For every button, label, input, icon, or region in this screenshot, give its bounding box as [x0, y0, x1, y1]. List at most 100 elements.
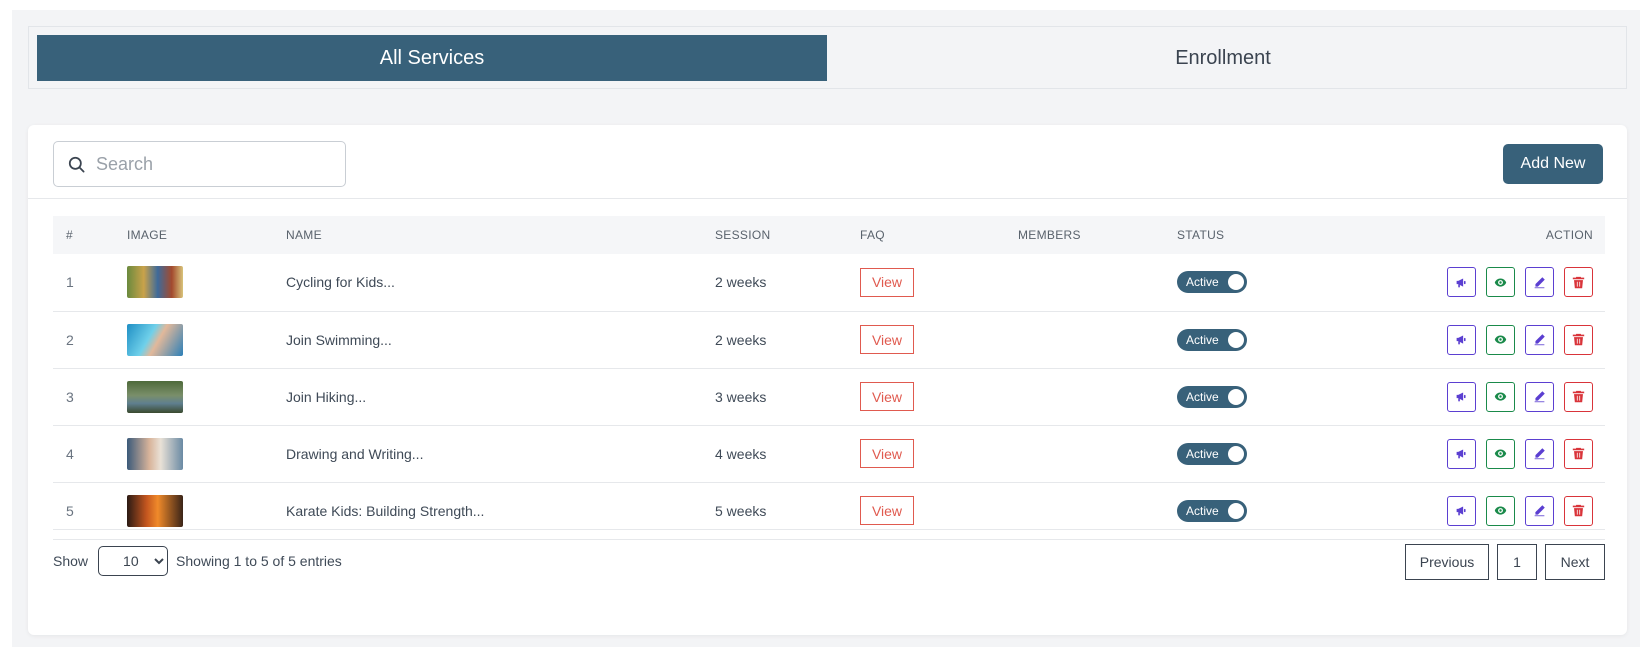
image-cell: [127, 311, 286, 368]
table-row: 3 Join Hiking... 3 weeks View Active: [53, 368, 1605, 425]
action-buttons: [1347, 438, 1605, 469]
status-label: Active: [1186, 446, 1219, 461]
view-button[interactable]: [1486, 438, 1515, 469]
status-cell: Active: [1177, 368, 1347, 425]
add-new-button[interactable]: Add New: [1503, 144, 1603, 184]
members-cell: [1018, 254, 1177, 311]
announce-button[interactable]: [1447, 267, 1476, 298]
page-size-control: Show 102550100 Showing 1 to 5 of 5 entri…: [53, 546, 342, 576]
col-members: MEMBERS: [1018, 228, 1081, 242]
edit-button[interactable]: [1525, 495, 1554, 526]
toggle-knob: [1228, 445, 1244, 462]
edit-button[interactable]: [1525, 438, 1554, 469]
row-number: 3: [66, 388, 74, 405]
service-name: Drawing and Writing...: [286, 445, 424, 462]
table-row: 1 Cycling for Kids... 2 weeks View Active: [53, 254, 1605, 311]
faq-cell: View: [860, 254, 1018, 311]
members-cell: [1018, 425, 1177, 482]
show-label: Show: [53, 553, 89, 569]
announce-button[interactable]: [1447, 324, 1476, 355]
col-image: IMAGE: [127, 228, 168, 242]
status-toggle[interactable]: Active: [1177, 385, 1247, 408]
edit-button[interactable]: [1525, 267, 1554, 298]
announce-button[interactable]: [1447, 438, 1476, 469]
col-faq: FAQ: [860, 228, 885, 242]
action-cell: [1347, 368, 1605, 425]
card-header: Add New: [28, 125, 1627, 199]
status-label: Active: [1186, 503, 1219, 518]
row-number: 2: [66, 331, 74, 348]
action-cell: [1347, 254, 1605, 311]
view-button[interactable]: [1486, 267, 1515, 298]
view-button[interactable]: [1486, 381, 1515, 412]
search-input[interactable]: [96, 153, 336, 175]
page-size-select[interactable]: 102550100: [98, 546, 169, 576]
announce-button[interactable]: [1447, 495, 1476, 526]
session-duration: 2 weeks: [715, 274, 767, 291]
tab-all-services[interactable]: All Services: [37, 35, 827, 81]
edit-button[interactable]: [1525, 324, 1554, 355]
service-thumbnail: [127, 380, 183, 413]
trash-icon: [1572, 504, 1585, 517]
search-icon: [68, 156, 85, 172]
megaphone-icon: [1456, 392, 1466, 402]
entries-info: Showing 1 to 5 of 5 entries: [176, 553, 342, 569]
table-row: 2 Join Swimming... 2 weeks View Active: [53, 311, 1605, 368]
page-1-button[interactable]: 1: [1497, 544, 1537, 580]
tab-bar: All Services Enrollment: [28, 26, 1627, 89]
col-name: NAME: [286, 228, 322, 242]
eye-icon: [1494, 392, 1507, 401]
faq-view-button[interactable]: View: [860, 496, 914, 525]
services-card: Add New # IMAGE NAME SESSION FAQ MEMBERS…: [28, 125, 1627, 635]
view-button[interactable]: [1486, 324, 1515, 355]
eye-icon: [1494, 449, 1507, 458]
edit-button[interactable]: [1525, 381, 1554, 412]
eye-icon: [1494, 335, 1507, 344]
faq-cell: View: [860, 311, 1018, 368]
pagination: Previous 1 Next: [1405, 544, 1605, 580]
tab-enrollment[interactable]: Enrollment: [827, 35, 1619, 81]
delete-button[interactable]: [1564, 495, 1593, 526]
faq-view-button[interactable]: View: [860, 439, 914, 468]
image-cell: [127, 368, 286, 425]
next-button[interactable]: Next: [1545, 544, 1605, 580]
session-duration: 2 weeks: [715, 331, 767, 348]
col-action: ACTION: [1545, 228, 1593, 242]
delete-button[interactable]: [1564, 324, 1593, 355]
members-cell: [1018, 368, 1177, 425]
service-name: Join Swimming...: [286, 331, 392, 348]
toggle-knob: [1228, 331, 1244, 348]
trash-icon: [1572, 390, 1585, 403]
megaphone-icon: [1456, 506, 1466, 516]
faq-cell: View: [860, 425, 1018, 482]
table-row: 4 Drawing and Writing... 4 weeks View Active: [53, 425, 1605, 482]
eye-icon: [1494, 506, 1507, 515]
status-cell: Active: [1177, 254, 1347, 311]
status-label: Active: [1186, 389, 1219, 404]
toggle-knob: [1228, 274, 1244, 291]
status-toggle[interactable]: Active: [1177, 328, 1247, 351]
service-thumbnail: [127, 266, 183, 299]
delete-button[interactable]: [1564, 438, 1593, 469]
previous-button[interactable]: Previous: [1405, 544, 1489, 580]
service-name: Join Hiking...: [286, 388, 367, 405]
faq-view-button[interactable]: View: [860, 382, 914, 411]
action-buttons: [1347, 495, 1605, 526]
faq-view-button[interactable]: View: [860, 325, 914, 354]
service-thumbnail: [127, 437, 183, 470]
row-number: 4: [66, 445, 74, 462]
view-button[interactable]: [1486, 495, 1515, 526]
status-toggle[interactable]: Active: [1177, 271, 1247, 294]
trash-icon: [1572, 276, 1585, 288]
search-box[interactable]: [53, 141, 346, 187]
toggle-knob: [1228, 388, 1244, 405]
delete-button[interactable]: [1564, 267, 1593, 298]
services-table: # IMAGE NAME SESSION FAQ MEMBERS STATUS …: [53, 216, 1605, 540]
status-toggle[interactable]: Active: [1177, 499, 1247, 522]
delete-button[interactable]: [1564, 381, 1593, 412]
status-toggle[interactable]: Active: [1177, 442, 1247, 465]
announce-button[interactable]: [1447, 381, 1476, 412]
action-cell: [1347, 311, 1605, 368]
col-number: #: [66, 228, 73, 242]
faq-view-button[interactable]: View: [860, 267, 914, 297]
